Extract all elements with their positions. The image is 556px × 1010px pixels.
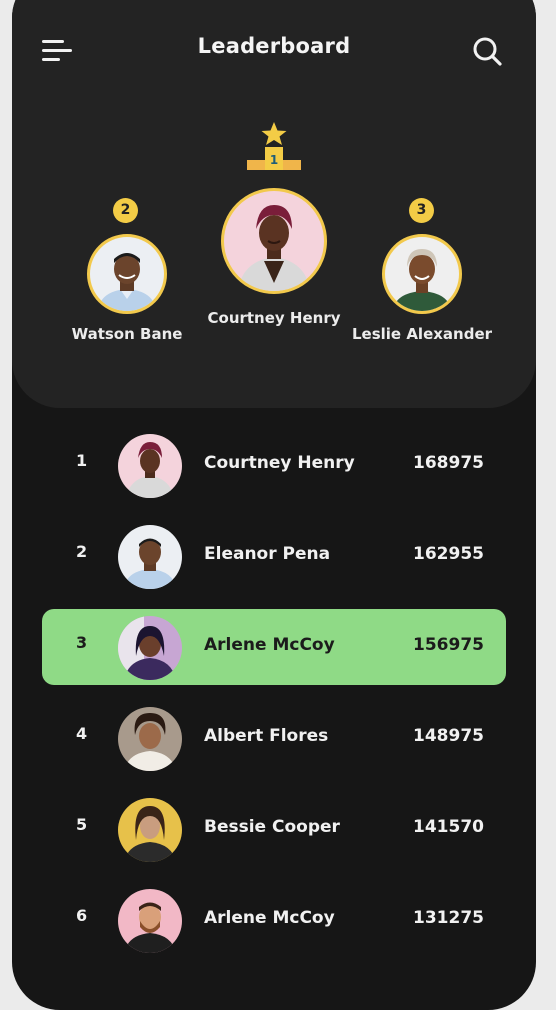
- trophy-star-icon: 1: [245, 122, 303, 180]
- search-button[interactable]: [470, 34, 504, 68]
- avatar-third-place[interactable]: [382, 234, 462, 314]
- rank-badge-second: 2: [113, 198, 138, 223]
- row-name: Courtney Henry: [204, 453, 355, 473]
- row-rank: 3: [76, 633, 88, 652]
- row-avatar: [118, 889, 182, 953]
- page-title: Leaderboard: [197, 34, 351, 58]
- row-rank: 1: [76, 451, 88, 470]
- leaderboard-row-current-user[interactable]: 3 Arlene McCoy 156975: [42, 609, 506, 685]
- row-name: Albert Flores: [204, 726, 329, 746]
- trophy-rank-label: 1: [270, 153, 278, 167]
- row-name: Arlene McCoy: [204, 908, 335, 928]
- row-name: Bessie Cooper: [204, 817, 340, 837]
- row-score: 141570: [413, 817, 484, 837]
- row-score: 131275: [413, 908, 484, 928]
- row-score: 168975: [413, 453, 484, 473]
- rank-badge-third: 3: [409, 198, 434, 223]
- avatar-second-place[interactable]: [87, 234, 167, 314]
- search-icon: [473, 37, 502, 66]
- leaderboard-row[interactable]: 5 Bessie Cooper 141570: [42, 791, 506, 867]
- row-avatar: [118, 798, 182, 862]
- avatar-first-place[interactable]: [221, 188, 327, 294]
- leaderboard-row[interactable]: 6 Arlene McCoy 131275: [42, 882, 506, 958]
- row-score: 148975: [413, 726, 484, 746]
- row-rank: 4: [76, 724, 88, 743]
- row-score: 156975: [413, 635, 484, 655]
- app-screen: Leaderboard 1 2 Watson Bane Courtney Hen…: [12, 0, 536, 1010]
- row-avatar: [118, 616, 182, 680]
- leaderboard-row[interactable]: 1 Courtney Henry 168975: [42, 427, 506, 503]
- podium-name-third: Leslie Alexander: [351, 325, 493, 343]
- row-avatar: [118, 525, 182, 589]
- podium-panel: Leaderboard 1 2 Watson Bane Courtney Hen…: [12, 0, 536, 408]
- row-avatar: [118, 434, 182, 498]
- podium-name-first: Courtney Henry: [207, 309, 341, 327]
- row-name: Eleanor Pena: [204, 544, 331, 564]
- row-avatar: [118, 707, 182, 771]
- row-rank: 5: [76, 815, 88, 834]
- row-rank: 6: [76, 906, 88, 925]
- leaderboard-row[interactable]: 2 Eleanor Pena 162955: [42, 518, 506, 594]
- podium-name-second: Watson Bane: [71, 325, 183, 343]
- leaderboard-row[interactable]: 4 Albert Flores 148975: [42, 700, 506, 776]
- row-rank: 2: [76, 542, 88, 561]
- row-score: 162955: [413, 544, 484, 564]
- row-name: Arlene McCoy: [204, 635, 335, 655]
